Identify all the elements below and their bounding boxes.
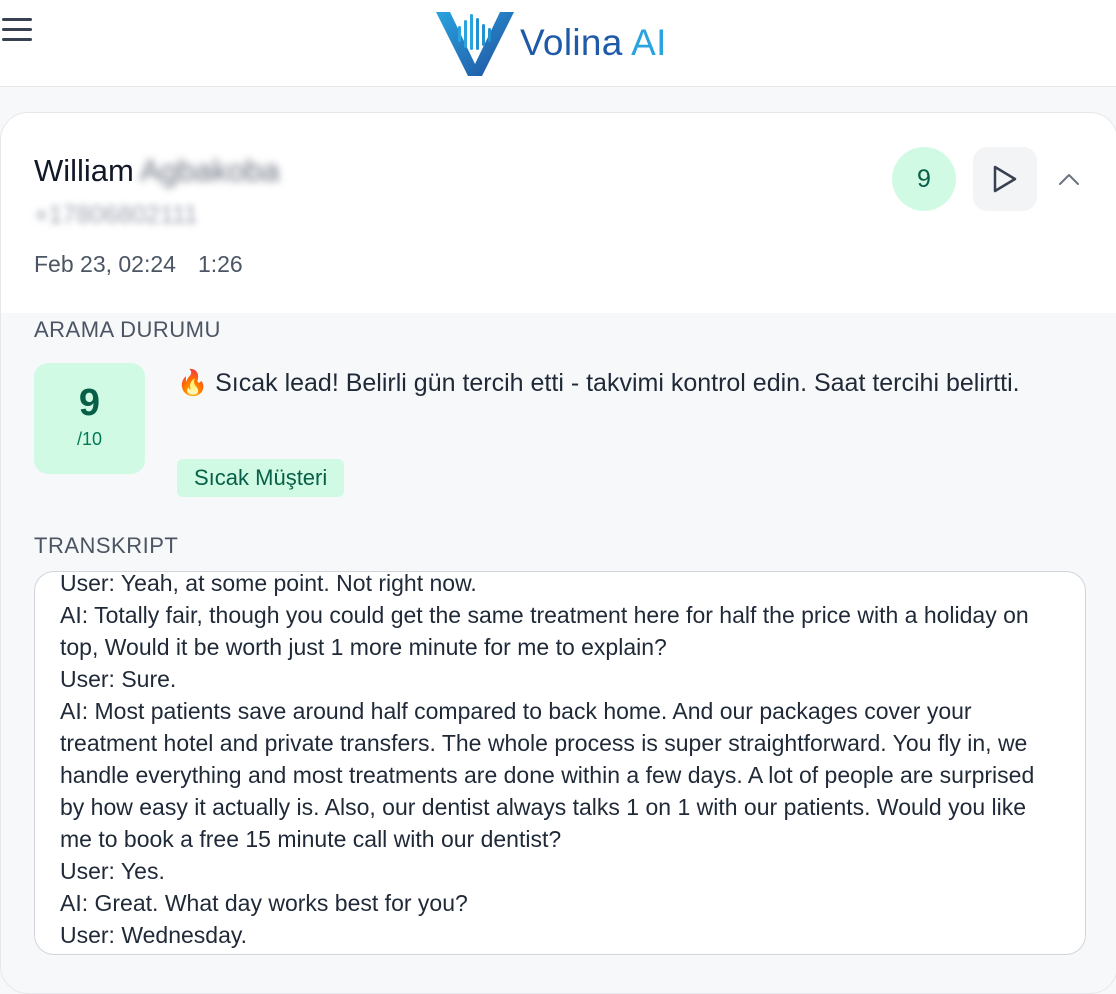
- transcript-line: User: Wednesday.: [60, 922, 248, 948]
- transcript-content: User: Yeah, at some point. Not right now…: [60, 571, 1060, 951]
- volina-logo-icon: [436, 12, 514, 76]
- brand-main-text: Volina: [520, 22, 623, 63]
- fire-icon: 🔥: [177, 369, 209, 397]
- call-card: William Agbakoba +17806802111 Feb 23, 02:…: [0, 112, 1116, 994]
- transcript-line: User: Sure.: [60, 666, 177, 692]
- call-card-header[interactable]: William Agbakoba +17806802111 Feb 23, 02:…: [1, 113, 1116, 313]
- transcript-box[interactable]: User: Yeah, at some point. Not right now…: [34, 571, 1086, 955]
- transcript-label: TRANSKRIPT: [34, 533, 179, 558]
- collapse-button[interactable]: [1051, 161, 1087, 197]
- transcript-line: User: Yes.: [60, 858, 165, 884]
- score-box: 9 /10: [34, 363, 145, 474]
- volina-logo[interactable]: Volina AI: [434, 8, 667, 78]
- transcript-line: User: Yeah, at some point. Not right now…: [60, 571, 477, 596]
- score-badge: 9: [892, 147, 956, 211]
- transcript-line: AI: Most patients save around half compa…: [60, 698, 1035, 852]
- summary-text: Sıcak lead! Belirli gün tercih etti - ta…: [215, 369, 1020, 397]
- transcript-line: AI: Great. What day works best for you?: [60, 890, 468, 916]
- lead-status-tag: Sıcak Müşteri: [177, 459, 345, 497]
- caller-name: William Agbakoba: [34, 153, 280, 189]
- call-summary: 🔥 Sıcak lead! Belirli gün tercih etti - …: [177, 363, 1057, 403]
- score-value: 9: [78, 382, 101, 424]
- top-bar: Volina AI: [0, 0, 1116, 87]
- score-max: /10: [76, 429, 103, 449]
- call-date: Feb 23, 02:24: [34, 251, 176, 277]
- call-meta: Feb 23, 02:24 1:26: [34, 251, 243, 278]
- call-duration: 1:26: [197, 251, 243, 277]
- caller-phone: +17806802111: [34, 201, 198, 229]
- chevron-up-icon: [1059, 174, 1079, 185]
- transcript-line: AI: Totally fair, though you could get t…: [60, 602, 1029, 660]
- hamburger-menu-icon[interactable]: [2, 18, 34, 46]
- brand-ai-text: AI: [631, 22, 667, 63]
- call-status-label: ARAMA DURUMU: [34, 317, 221, 342]
- brand-name: Volina AI: [520, 22, 667, 64]
- caller-last-name: Agbakoba: [139, 153, 280, 188]
- play-icon: [993, 165, 1017, 193]
- play-button[interactable]: [973, 147, 1037, 211]
- caller-first-name: William: [34, 153, 134, 188]
